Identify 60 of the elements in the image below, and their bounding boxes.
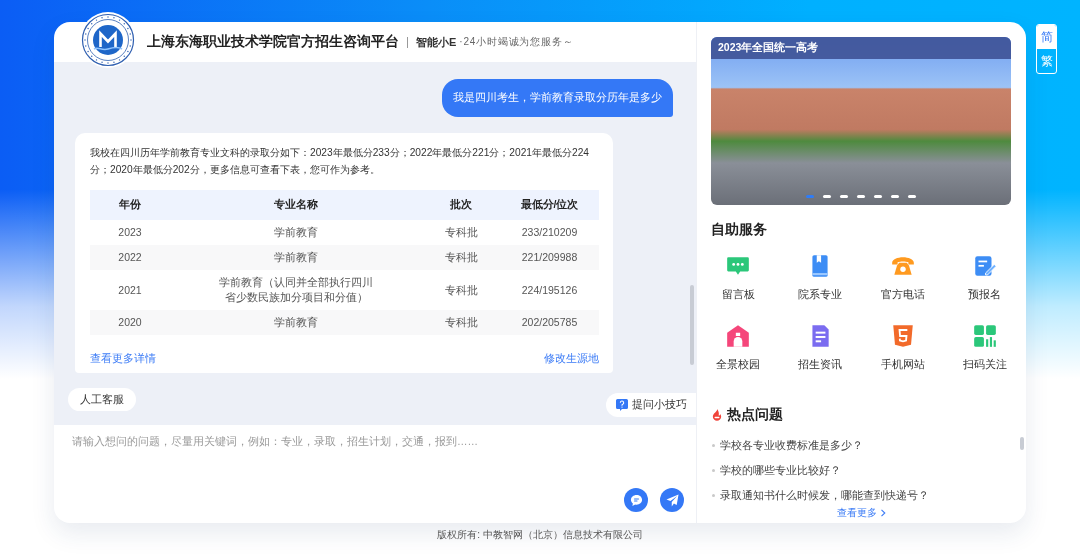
bullet-icon (712, 443, 715, 447)
table-cell: 2020 (90, 310, 170, 335)
copyright-text: 版权所有: 中教智网（北京）信息技术有限公司 (437, 529, 643, 541)
table-cell: 专科批 (422, 245, 500, 270)
question-bubble-icon (616, 399, 628, 411)
column-header: 最低分/位次 (500, 190, 599, 220)
bot-message-text: 我校在四川历年学前教育专业文科的录取分如下：2023年最低分233分；2022年最低分221分；2021年最低分224分；2020年最低分202分，更多信息可查看下表，您可作为参考。 (90, 146, 590, 177)
carousel-indicator[interactable] (908, 195, 916, 198)
hot-question-link[interactable]: 学校的哪些专业比较好？ (711, 462, 841, 478)
table-cell: 专科批 (422, 310, 500, 335)
carousel-indicator[interactable] (874, 195, 882, 198)
section-title: 自助服务 (711, 222, 767, 238)
hot-question-link[interactable]: 录取通知书什么时候发，哪能查到快递号？ (711, 487, 929, 503)
service-button[interactable]: 留言板 (721, 253, 755, 301)
column-header: 专业名称 (170, 190, 422, 220)
bullet-icon (712, 493, 715, 497)
assistant-name: 智能小E (416, 34, 457, 50)
table-cell: 221/209988 (500, 245, 599, 270)
carousel-indicator[interactable] (806, 195, 814, 198)
carousel-indicator[interactable] (840, 195, 848, 198)
flame-icon (711, 409, 723, 421)
carousel-indicator[interactable] (891, 195, 899, 198)
message-input[interactable]: 请输入想问的问题，尽量用关键词，例如：专业，录取，招生计划，交通，报到…… (72, 434, 684, 488)
more-details-link[interactable]: 查看更多详情 (90, 351, 156, 365)
section-title: 热点问题 (727, 407, 783, 423)
house-icon (725, 323, 752, 349)
carousel-indicator[interactable] (823, 195, 831, 198)
banner-title: 2023年全国统一高考 (711, 37, 1011, 59)
language-button[interactable]: 简 (1037, 25, 1056, 49)
service-button[interactable]: 院系专业 (798, 253, 843, 301)
service-button[interactable]: 扫码关注 (962, 323, 1007, 371)
scrollbar-thumb[interactable] (690, 285, 694, 365)
tagline: ·24小时竭诚为您服务～ (459, 35, 574, 49)
table-cell: 学前教育 (170, 245, 422, 270)
user-message: 我是四川考生，学前教育录取分历年是多少 (442, 79, 673, 117)
table-cell: 2022 (90, 245, 170, 270)
bullet-icon (712, 468, 715, 472)
scrollbar-thumb[interactable] (1020, 437, 1024, 450)
see-more-link[interactable]: 查看更多 (836, 507, 887, 519)
column-header: 批次 (422, 190, 500, 220)
column-header: 年份 (90, 190, 170, 220)
qr-code-icon (971, 323, 998, 349)
carousel-indicator[interactable] (857, 195, 865, 198)
table-cell: 202/205785 (500, 310, 599, 335)
table-cell: 学前教育 (170, 310, 422, 335)
service-button[interactable]: 招生资讯 (798, 323, 843, 371)
service-button[interactable]: 手机网站 (880, 323, 925, 371)
chevron-right-icon (878, 509, 887, 517)
tips-button[interactable]: 提问小技巧 (606, 393, 696, 417)
hot-question-link[interactable]: 学校各专业收费标准是多少？ (711, 437, 863, 453)
service-button[interactable]: 官方电话 (880, 253, 925, 301)
service-button[interactable]: 全景校园 (716, 323, 761, 371)
human-service-button[interactable]: 人工客服 (68, 388, 136, 411)
paper-plane-icon (665, 493, 679, 507)
service-button[interactable]: 预报名 (968, 253, 1002, 301)
send-button[interactable] (660, 488, 684, 512)
chat-button[interactable] (624, 488, 648, 512)
speech-bubble-icon (629, 493, 643, 507)
change-region-link[interactable]: 修改生源地 (544, 351, 599, 365)
site-title: 上海东海职业技术学院官方招生咨询平台 (147, 33, 399, 51)
